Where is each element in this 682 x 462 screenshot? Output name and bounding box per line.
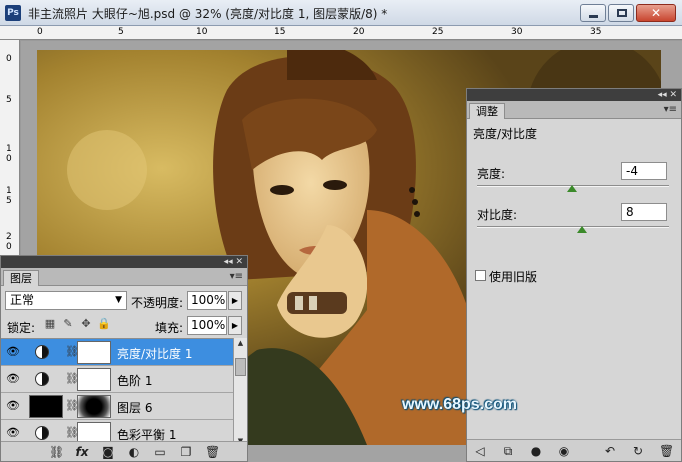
lock-label: 锁定: (7, 321, 36, 335)
title-bar: Ps 非主流照片 大眼仔~旭.psd @ 32% (亮度/对比度 1, 图层蒙版… (0, 0, 682, 26)
ruler-label: 5 (118, 27, 124, 37)
layer-name: 亮度/对比度 1 (117, 347, 193, 361)
view-previous-icon[interactable]: ↶ (603, 444, 617, 458)
blend-mode-value: 正常 (10, 293, 35, 307)
opacity-input[interactable]: 100% (187, 291, 227, 310)
panel-tab-row: 调整 ▾≡ (467, 101, 681, 119)
panel-menu-icon[interactable]: ▾≡ (230, 271, 243, 282)
collapse-arrows-icon[interactable]: ◂◂ ✕ (658, 89, 677, 101)
back-arrow-icon[interactable]: ◁ (473, 444, 487, 458)
use-legacy-checkbox[interactable] (475, 270, 486, 281)
adjustment-layer-icon (35, 372, 49, 386)
maximize-icon (617, 9, 627, 17)
eye-icon[interactable]: 👁 (4, 345, 22, 359)
new-group-folder-icon[interactable]: ▭ (153, 445, 167, 459)
layer-name: 色阶 1 (117, 374, 153, 388)
contrast-slider-thumb[interactable] (577, 226, 587, 233)
link-layers-icon[interactable]: ⛓ (49, 445, 64, 459)
window-controls: ✕ (580, 4, 676, 22)
add-mask-icon[interactable]: ◙ (101, 445, 115, 459)
delete-icon[interactable]: 🗑 (659, 444, 674, 458)
ruler-label: 2 0 (6, 232, 12, 252)
contrast-slider[interactable] (477, 226, 669, 228)
use-legacy-label: 使用旧版 (489, 270, 538, 284)
scroll-thumb[interactable] (235, 358, 246, 376)
fill-slider-button[interactable]: ▶ (228, 316, 242, 335)
tab-layers[interactable]: 图层 (3, 270, 39, 286)
fill-input[interactable]: 100% (187, 316, 227, 335)
ruler-label: 35 (590, 27, 602, 37)
ruler-label: 1 0 (6, 144, 12, 164)
ruler-label: 0 (37, 27, 43, 37)
adjustment-title: 亮度/对比度 (473, 127, 538, 141)
lock-position-move-icon[interactable]: ✥ (79, 317, 93, 331)
panel-tab-row: 图层 ▾≡ (1, 268, 247, 286)
layer-name: 图层 6 (117, 401, 153, 415)
collapse-arrows-icon[interactable]: ◂◂ ✕ (224, 256, 243, 268)
layer-mask-thumbnail[interactable] (77, 368, 111, 391)
eye-icon[interactable]: 👁 (4, 399, 22, 413)
ruler-horizontal[interactable]: 0 5 10 15 20 25 30 35 (0, 26, 682, 40)
lock-all-icon[interactable]: 🔒 (97, 317, 111, 331)
lock-fill-row: 锁定: ▦ ✎ ✥ 🔒 填充: 100% ▶ (1, 313, 247, 337)
adjustment-layer-icon (35, 426, 49, 440)
minimize-button[interactable] (580, 4, 606, 22)
panel-header: ◂◂ ✕ (1, 256, 247, 268)
panel-menu-icon[interactable]: ▾≡ (664, 104, 677, 115)
contrast-input[interactable]: 8 (621, 203, 667, 221)
close-icon: ✕ (650, 6, 662, 20)
layers-footer: ⛓ fx ◙ ◐ ▭ ❐ 🗑 (1, 441, 247, 461)
tab-adjustments[interactable]: 调整 (469, 103, 505, 119)
lock-transparency-icon[interactable]: ▦ (43, 317, 57, 331)
layers-panel: ◂◂ ✕ 图层 ▾≡ 正常 ▼ 不透明度: 100% ▶ 锁定: ▦ ✎ ✥ 🔒… (0, 255, 248, 462)
lock-pixels-brush-icon[interactable]: ✎ (61, 317, 75, 331)
ruler-label: 20 (353, 27, 365, 37)
layer-row[interactable]: 👁 ⛓ 色阶 1 (1, 366, 233, 393)
clip-to-layer-icon[interactable]: ● (529, 444, 543, 458)
photoshop-icon: Ps (5, 5, 21, 21)
blend-opacity-row: 正常 ▼ 不透明度: 100% ▶ (1, 287, 247, 313)
expand-view-icon[interactable]: ⧉ (501, 444, 515, 458)
brightness-label: 亮度: (477, 167, 506, 181)
opacity-label: 不透明度: (131, 296, 184, 310)
blend-mode-select[interactable]: 正常 ▼ (5, 291, 127, 310)
layer-mask-thumbnail[interactable] (77, 341, 111, 364)
ruler-label: 0 (6, 54, 12, 64)
contrast-label: 对比度: (477, 208, 518, 222)
layer-mask-thumbnail[interactable] (77, 395, 111, 418)
delete-layer-icon[interactable]: 🗑 (205, 445, 220, 459)
panel-header: ◂◂ ✕ (467, 89, 681, 101)
ruler-label: 10 (196, 27, 208, 37)
brightness-slider-thumb[interactable] (567, 185, 577, 192)
brightness-input[interactable]: -4 (621, 162, 667, 180)
layer-thumbnail[interactable] (29, 395, 63, 418)
ruler-label: 25 (432, 27, 444, 37)
eye-icon[interactable]: 👁 (4, 426, 22, 440)
ruler-label: 15 (274, 27, 286, 37)
new-layer-icon[interactable]: ❐ (179, 445, 193, 459)
fill-label: 填充: (155, 321, 184, 335)
new-adjustment-icon[interactable]: ◐ (127, 445, 141, 459)
window-title: 非主流照片 大眼仔~旭.psd @ 32% (亮度/对比度 1, 图层蒙版/8)… (28, 7, 388, 21)
visibility-eye-icon[interactable]: ◉ (557, 444, 571, 458)
reset-icon[interactable]: ↻ (631, 444, 645, 458)
chevron-down-icon: ▼ (115, 295, 122, 305)
opacity-slider-button[interactable]: ▶ (228, 291, 242, 310)
layer-list-scrollbar[interactable]: ▲ ▼ (233, 338, 247, 446)
ruler-label: 5 (6, 95, 12, 105)
close-button[interactable]: ✕ (636, 4, 676, 22)
scroll-up-icon[interactable]: ▲ (235, 338, 246, 348)
maximize-button[interactable] (608, 4, 634, 22)
layer-style-fx-icon[interactable]: fx (75, 445, 89, 459)
layer-row[interactable]: 👁 ⛓ 图层 6 (1, 393, 233, 420)
adjustment-layer-icon (35, 345, 49, 359)
eye-icon[interactable]: 👁 (4, 372, 22, 386)
ruler-label: 1 5 (6, 186, 12, 206)
minimize-icon (589, 15, 598, 18)
watermark-text: www.68ps.com (402, 396, 517, 413)
adjustments-footer: ◁ ⧉ ● ◉ ↶ ↻ 🗑 (467, 439, 681, 461)
layer-row[interactable]: 👁 ⛓ 亮度/对比度 1 (1, 339, 233, 366)
ruler-label: 30 (511, 27, 523, 37)
layer-list: 👁 ⛓ 亮度/对比度 1 👁 ⛓ 色阶 1 👁 ⛓ 图层 6 👁 ⛓ 色彩平衡 … (1, 338, 233, 446)
